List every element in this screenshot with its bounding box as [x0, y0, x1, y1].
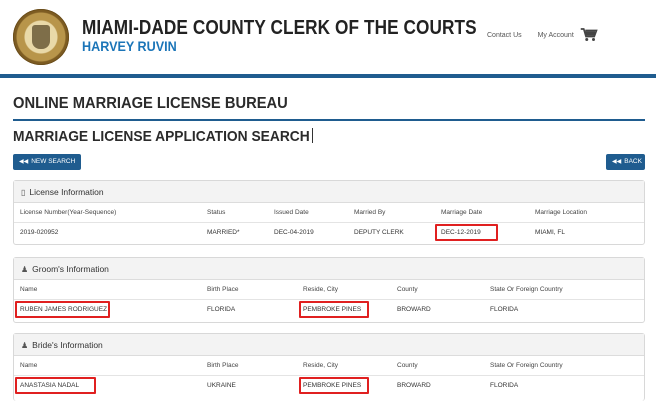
column-header: County: [397, 362, 418, 369]
table-row: RUBEN JAMES RODRIGUEZ FLORIDA PEMBROKE P…: [14, 300, 644, 320]
person-icon: ♟: [21, 341, 29, 350]
marriage-date: DEC-12-2019: [441, 229, 481, 236]
new-search-label: NEW SEARCH: [31, 158, 76, 165]
back-button[interactable]: ◀◀ BACK: [606, 154, 645, 170]
back-label: BACK: [624, 158, 642, 165]
bride-name: ANASTASIA NADAL: [20, 382, 80, 389]
column-header: Issued Date: [274, 209, 309, 216]
double-chevron-left-icon: ◀◀: [612, 159, 622, 165]
column-header: County: [397, 286, 418, 293]
column-header: Name: [20, 286, 38, 293]
contact-us-link[interactable]: Contact Us: [487, 32, 522, 39]
title-divider: [13, 119, 645, 121]
site-header: MIAMI-DADE COUNTY CLERK OF THE COURTS HA…: [0, 0, 656, 74]
marriage-location: MIAMI, FL: [535, 229, 565, 236]
column-header: License Number(Year-Sequence): [20, 209, 117, 216]
bride-state-country: FLORIDA: [490, 382, 519, 389]
column-header: Status: [207, 209, 226, 216]
shopping-cart-icon[interactable]: [580, 27, 598, 43]
bride-county: BROWARD: [397, 382, 431, 389]
table-row: ANASTASIA NADAL UKRAINE PEMBROKE PINES B…: [14, 376, 644, 396]
column-header: Married By: [354, 209, 386, 216]
groom-birth-place: FLORIDA: [207, 306, 236, 313]
groom-info-panel: ♟ Groom's Information Name Birth Place Re…: [13, 257, 645, 323]
text-cursor: [311, 128, 313, 143]
page-title: ONLINE MARRIAGE LICENSE BUREAU: [13, 95, 288, 112]
page-subtitle-text: MARRIAGE LICENSE APPLICATION SEARCH: [13, 128, 310, 145]
my-account-link[interactable]: My Account: [538, 32, 574, 39]
person-icon: ♟: [21, 265, 29, 274]
license-heading-text: License Information: [29, 187, 104, 197]
top-links: Contact Us My Account: [487, 32, 588, 39]
seal-figure: [32, 25, 50, 49]
column-header: Marriage Location: [535, 209, 588, 216]
groom-heading-text: Groom's Information: [32, 264, 109, 274]
table-header-row: Name Birth Place Reside, City County Sta…: [14, 356, 644, 376]
groom-county: BROWARD: [397, 306, 431, 313]
license-status: MARRIED*: [207, 229, 240, 236]
bride-heading-text: Bride's Information: [32, 340, 103, 350]
groom-name: RUBEN JAMES RODRIGUEZ: [20, 306, 108, 313]
bride-info-heading: ♟ Bride's Information: [14, 334, 644, 356]
license-number: 2019-020952: [20, 229, 59, 236]
bride-reside-city: PEMBROKE PINES: [303, 382, 362, 389]
page-subtitle: MARRIAGE LICENSE APPLICATION SEARCH: [13, 128, 313, 145]
column-header: Name: [20, 362, 38, 369]
column-header: State Or Foreign Country: [490, 362, 563, 369]
groom-info-heading: ♟ Groom's Information: [14, 258, 644, 280]
column-header: Birth Place: [207, 286, 239, 293]
org-subtitle: HARVEY RUVIN: [82, 38, 177, 54]
bride-birth-place: UKRAINE: [207, 382, 236, 389]
table-header-row: Name Birth Place Reside, City County Sta…: [14, 280, 644, 300]
header-divider: [0, 74, 656, 78]
new-search-button[interactable]: ◀◀ NEW SEARCH: [13, 154, 82, 170]
groom-reside-city: PEMBROKE PINES: [303, 306, 362, 313]
married-by: DEPUTY CLERK: [354, 229, 404, 236]
org-title: MIAMI-DADE COUNTY CLERK OF THE COURTS: [82, 17, 477, 39]
license-info-heading: ▯ License Information: [14, 181, 644, 203]
document-icon: ▯: [21, 188, 26, 197]
column-header: Birth Place: [207, 362, 239, 369]
column-header: State Or Foreign Country: [490, 286, 563, 293]
column-header: Marriage Date: [441, 209, 483, 216]
groom-state-country: FLORIDA: [490, 306, 519, 313]
column-header: Reside, City: [303, 362, 339, 369]
license-info-panel: ▯ License Information License Number(Year…: [13, 180, 645, 245]
issued-date: DEC-04-2019: [274, 229, 314, 236]
bride-info-panel: ♟ Bride's Information Name Birth Place Re…: [13, 333, 645, 401]
column-header: Reside, City: [303, 286, 339, 293]
court-seal-logo[interactable]: [13, 9, 69, 65]
table-header-row: License Number(Year-Sequence) Status Iss…: [14, 203, 644, 223]
table-row: 2019-020952 MARRIED* DEC-04-2019 DEPUTY …: [14, 223, 644, 243]
double-chevron-left-icon: ◀◀: [19, 159, 29, 165]
